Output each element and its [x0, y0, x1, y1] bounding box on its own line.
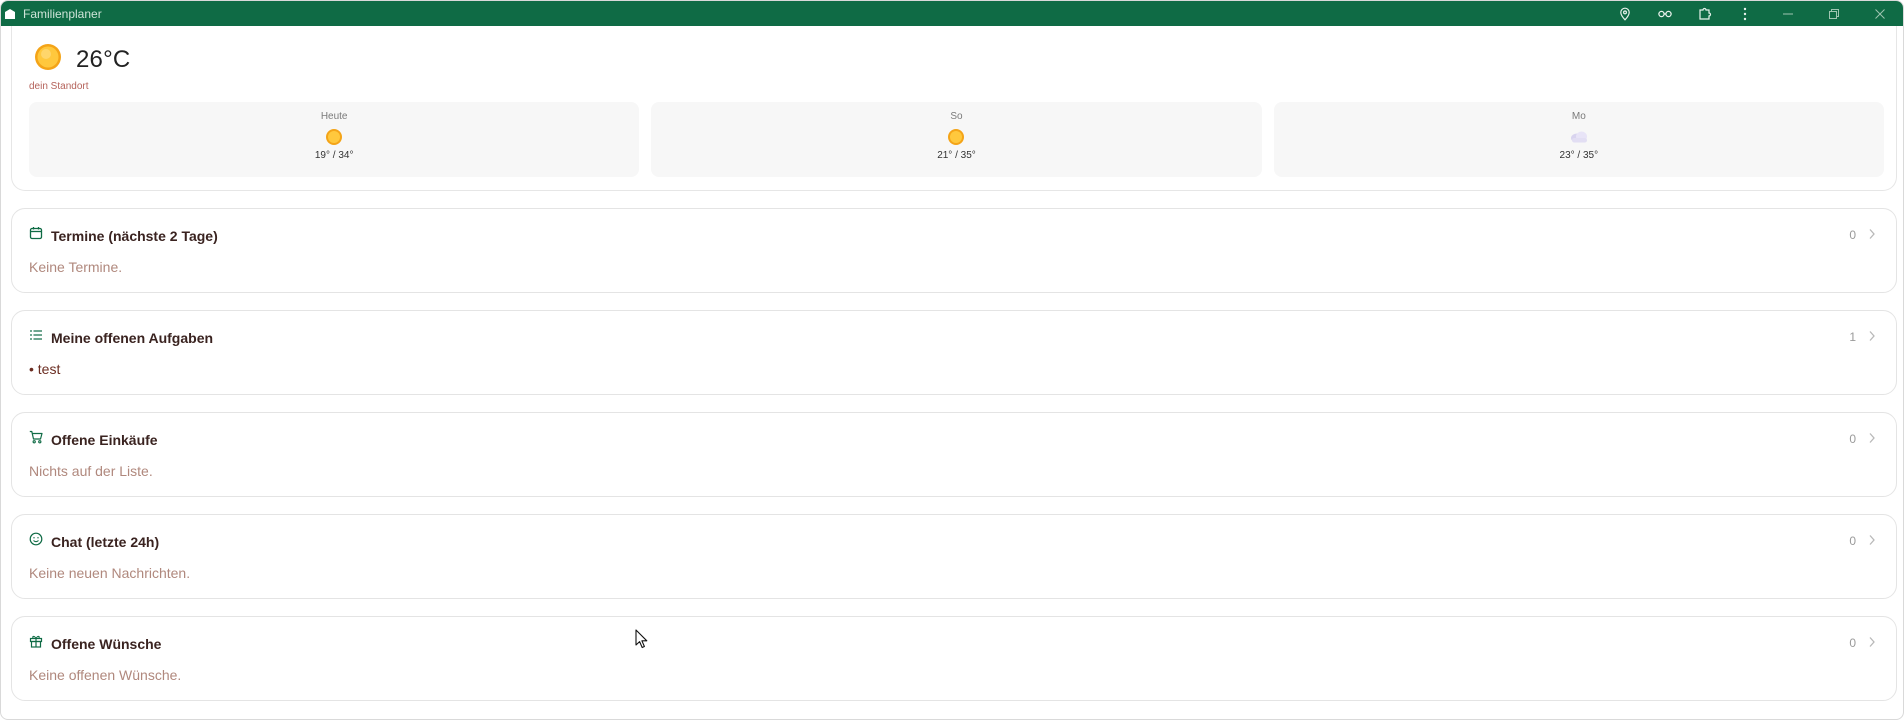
wishes-card[interactable]: Offene Wünsche 0 Keine offenen Wünsche. [11, 616, 1897, 701]
restore-icon[interactable] [1811, 1, 1857, 26]
calendar-icon [29, 226, 43, 245]
window-title: Familienplaner [23, 6, 102, 21]
chevron-right-icon[interactable] [1868, 227, 1876, 245]
weather-card: 26°C dein Standort Heute 19° / 34° So 21… [11, 26, 1897, 191]
forecast-day-monday: Mo 23° / 35° [1273, 102, 1884, 177]
app-window: Familienplaner 26°C dein Standort Heute … [0, 0, 1904, 720]
count-badge: 0 [1849, 228, 1856, 242]
empty-message: Keine offenen Wünsche. [29, 667, 182, 683]
app-logo-icon [5, 8, 15, 19]
more-menu-icon[interactable] [1725, 1, 1765, 26]
chevron-right-icon[interactable] [1868, 431, 1876, 449]
mouse-cursor-icon [635, 629, 649, 654]
count-badge: 1 [1849, 330, 1856, 344]
shopping-card[interactable]: Offene Einkäufe 0 Nichts auf der Liste. [11, 412, 1897, 497]
current-temperature: 26°C [76, 45, 131, 73]
empty-message: Keine neuen Nachrichten. [29, 565, 191, 581]
forecast-day-today: Heute 19° / 34° [29, 102, 640, 177]
chevron-right-icon[interactable] [1868, 635, 1876, 653]
count-badge: 0 [1849, 432, 1856, 446]
password-key-icon[interactable] [1645, 1, 1685, 26]
chevron-right-icon[interactable] [1868, 329, 1876, 347]
forecast-day-label: Mo [1571, 111, 1586, 122]
extensions-icon[interactable] [1685, 1, 1725, 26]
chevron-right-icon[interactable] [1868, 533, 1876, 551]
appointments-card[interactable]: Termine (nächste 2 Tage) 0 Keine Termine… [11, 208, 1897, 293]
forecast-temps: 21° / 35° [937, 150, 976, 161]
count-badge: 0 [1849, 534, 1856, 548]
close-icon[interactable] [1857, 1, 1903, 26]
chat-card[interactable]: Chat (letzte 24h) 0 Keine neuen Nachrich… [11, 514, 1897, 599]
sun-icon [947, 127, 965, 147]
forecast-day-label: So [950, 111, 963, 122]
title-bar[interactable]: Familienplaner [1, 1, 1903, 26]
section-title: Offene Wünsche [51, 635, 162, 652]
forecast-temps: 23° / 35° [1559, 150, 1599, 161]
gift-icon [29, 634, 43, 653]
section-title: Termine (nächste 2 Tage) [51, 227, 218, 244]
count-badge: 0 [1849, 636, 1856, 650]
list-item[interactable]: • test [29, 361, 60, 377]
section-title: Chat (letzte 24h) [51, 533, 160, 550]
smiley-icon [29, 532, 43, 551]
section-title: Offene Einkäufe [51, 431, 158, 448]
location-pin-icon[interactable] [1605, 1, 1645, 26]
cloud-icon [1569, 127, 1589, 147]
forecast-day-label: Heute [320, 111, 348, 122]
list-icon [29, 328, 43, 347]
section-title: Meine offenen Aufgaben [51, 329, 214, 346]
forecast-temps: 19° / 34° [314, 150, 354, 161]
empty-message: Keine Termine. [29, 259, 123, 275]
sun-icon [32, 41, 64, 78]
sun-icon [325, 127, 343, 147]
cart-icon [29, 430, 43, 449]
minimize-icon[interactable] [1765, 1, 1811, 26]
forecast-day-sunday: So 21° / 35° [651, 102, 1262, 177]
tasks-card[interactable]: Meine offenen Aufgaben 1 • test [11, 310, 1897, 395]
empty-message: Nichts auf der Liste. [29, 463, 153, 479]
location-label: dein Standort [29, 81, 89, 92]
forecast-row: Heute 19° / 34° So 21° / 35° Mo 23° / 35… [29, 102, 1884, 177]
